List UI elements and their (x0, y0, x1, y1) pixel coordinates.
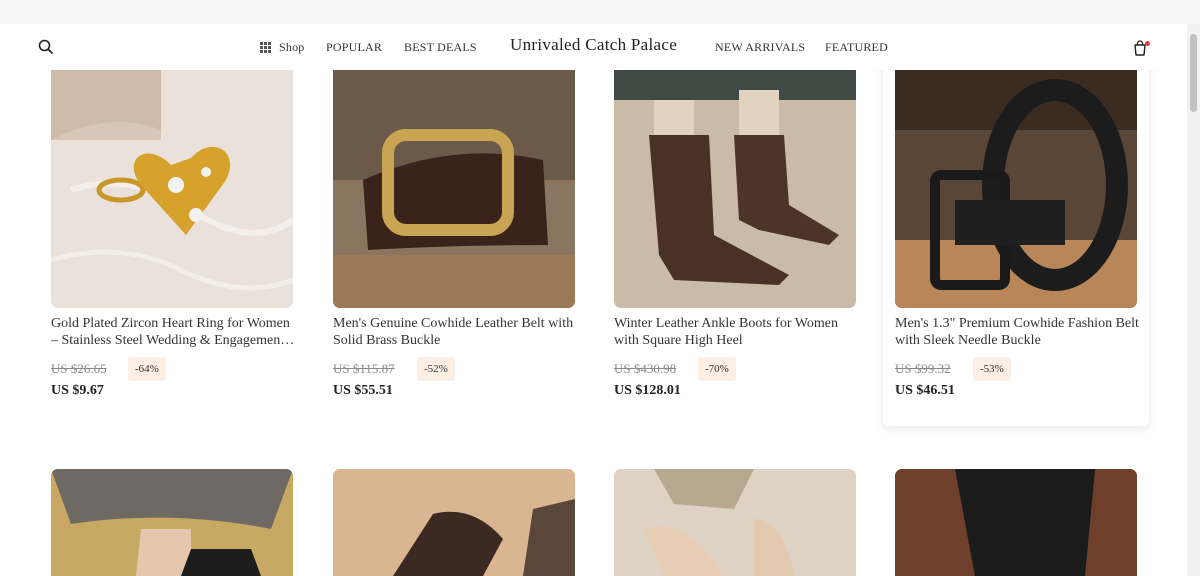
product-image[interactable] (614, 70, 856, 308)
product-title[interactable]: Gold Plated Zircon Heart Ring for Women … (51, 315, 296, 349)
nav-popular-label: POPULAR (326, 39, 383, 54)
product-image[interactable] (614, 469, 856, 576)
original-price: US $115.87 (333, 361, 395, 376)
product-title[interactable]: Winter Leather Ankle Boots for Women wit… (614, 315, 859, 349)
sale-price: US $9.67 (51, 383, 104, 398)
cart-notification-dot (1145, 41, 1150, 46)
nav-new-arrivals[interactable]: NEW ARRIVALS (715, 24, 805, 70)
product-title[interactable]: Men's 1.3" Premium Cowhide Fashion Belt … (895, 315, 1140, 349)
sale-price: US $128.01 (614, 383, 681, 398)
top-strip (0, 0, 1200, 24)
nav-featured[interactable]: FEATURED (825, 24, 888, 70)
sale-price: US $55.51 (333, 383, 393, 398)
product-image[interactable] (895, 469, 1137, 576)
sale-price: US $46.51 (895, 383, 955, 398)
grid-menu-icon (260, 41, 271, 53)
nav-shop-label: Shop (279, 39, 305, 54)
nav-featured-label: FEATURED (825, 39, 888, 54)
nav-shop[interactable]: Shop (260, 24, 304, 70)
site-header: Shop POPULAR BEST DEALS Unrivaled Catch … (0, 24, 1187, 70)
product-image[interactable] (51, 70, 293, 308)
product-image[interactable] (895, 70, 1137, 308)
nav-popular[interactable]: POPULAR (326, 24, 382, 70)
scrollbar-thumb[interactable] (1190, 34, 1197, 112)
original-price: US $99.32 (895, 361, 951, 376)
product-image[interactable] (333, 469, 575, 576)
product-image[interactable] (51, 469, 293, 576)
original-price: US $26.65 (51, 361, 107, 376)
search-icon[interactable] (37, 38, 55, 56)
discount-badge: -70% (698, 357, 736, 381)
original-price: US $430.98 (614, 361, 677, 376)
nav-new-arrivals-label: NEW ARRIVALS (715, 39, 806, 54)
nav-best-deals-label: BEST DEALS (404, 39, 477, 54)
discount-badge: -53% (973, 357, 1011, 381)
product-image[interactable] (333, 70, 575, 308)
nav-best-deals[interactable]: BEST DEALS (404, 24, 477, 70)
discount-badge: -52% (417, 357, 455, 381)
discount-badge: -64% (128, 357, 166, 381)
brand-logo[interactable]: Unrivaled Catch Palace (510, 24, 677, 66)
page-scrollbar[interactable] (1187, 24, 1200, 576)
product-title[interactable]: Men's Genuine Cowhide Leather Belt with … (333, 315, 578, 349)
